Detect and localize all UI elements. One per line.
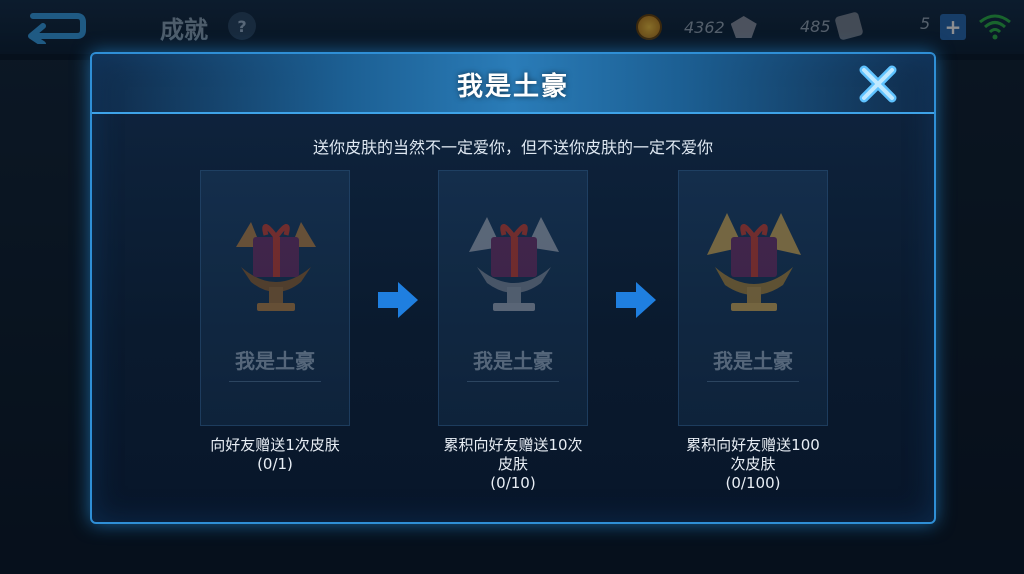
achievement-desc-1: 向好友赠送1次皮肤 (0/1) (185, 436, 365, 474)
desc-progress: (0/100) (725, 474, 781, 492)
desc-line: 次皮肤 (730, 455, 776, 473)
achievement-desc-2: 累积向好友赠送10次 皮肤 (0/10) (423, 436, 603, 493)
gold-gift-trophy-icon (707, 213, 801, 311)
modal-subtitle: 送你皮肤的当然不一定爱你，但不送你皮肤的一定不爱你 (312, 138, 713, 157)
card-title: 我是土豪 (235, 349, 315, 373)
achievement-desc-3: 累积向好友赠送100 次皮肤 (0/100) (663, 436, 843, 493)
card-divider (707, 381, 799, 382)
right-arrow-icon (616, 282, 656, 318)
achievement-card-2: 我是土豪 (438, 170, 588, 426)
card-divider (467, 381, 559, 382)
silver-gift-trophy-icon (469, 217, 559, 311)
close-x-icon (859, 65, 897, 103)
desc-line: 向好友赠送1次皮肤 (210, 436, 340, 454)
card-divider (229, 381, 321, 382)
desc-progress: (0/10) (490, 474, 536, 492)
achievement-card-1: 我是土豪 (200, 170, 350, 426)
achievement-card-3: 我是土豪 (678, 170, 828, 426)
desc-progress: (0/1) (257, 455, 293, 473)
close-button[interactable] (854, 62, 902, 106)
achievement-modal: 我是土豪 送你皮肤的当然不一定爱你，但不送你皮肤的一定不爱你 我是土豪 我是土豪… (90, 52, 936, 524)
desc-line: 累积向好友赠送10次 (443, 436, 583, 454)
right-arrow-icon (378, 282, 418, 318)
desc-line: 累积向好友赠送100 (686, 436, 820, 454)
modal-title: 我是土豪 (456, 72, 569, 102)
card-title: 我是土豪 (473, 349, 553, 373)
card-title: 我是土豪 (713, 349, 793, 373)
bronze-gift-trophy-icon (236, 222, 316, 311)
desc-line: 皮肤 (497, 455, 528, 473)
